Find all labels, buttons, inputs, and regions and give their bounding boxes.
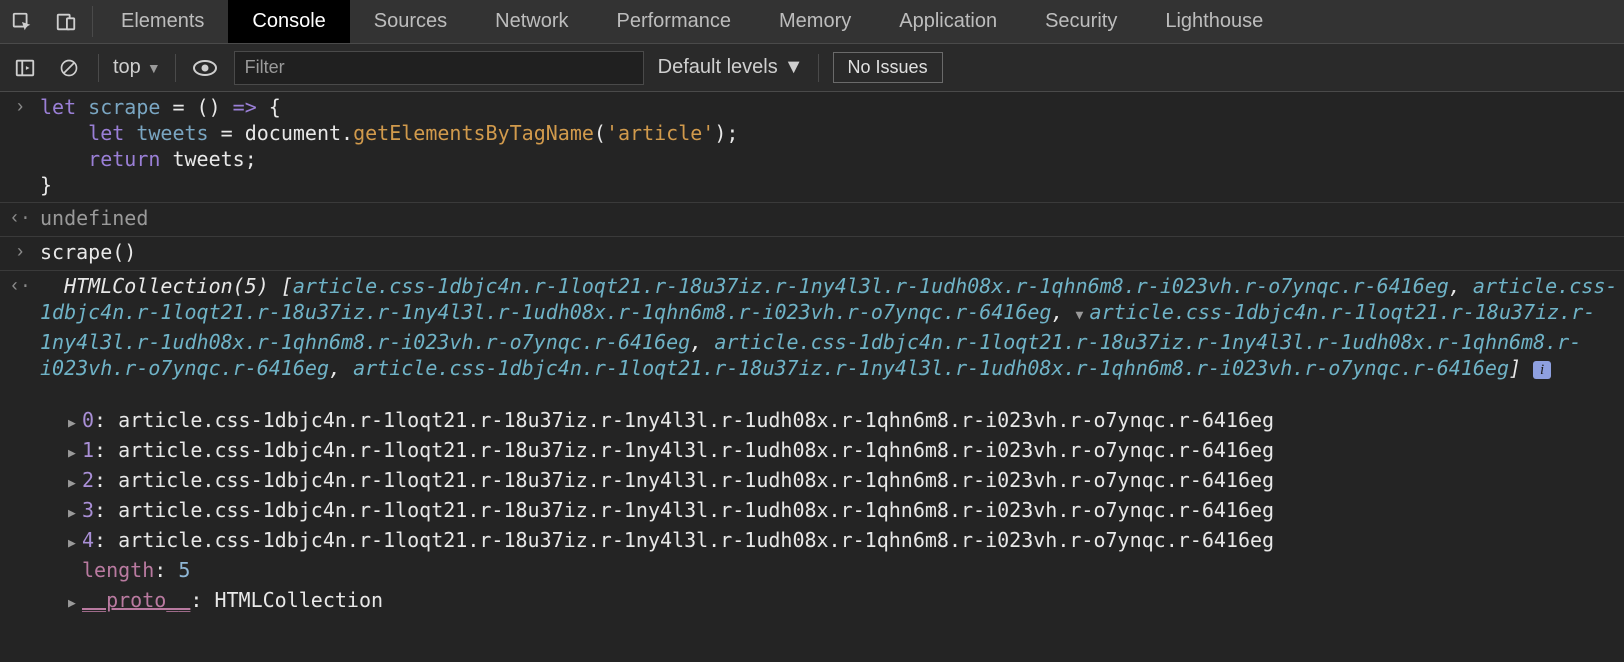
prompt-icon: › xyxy=(0,239,40,266)
context-label: top xyxy=(113,56,141,79)
device-toolbar-icon[interactable] xyxy=(44,0,88,43)
result-icon: ‹· xyxy=(0,205,40,232)
tab-lighthouse[interactable]: Lighthouse xyxy=(1141,0,1287,43)
expand-toggle-icon[interactable]: ▶ xyxy=(68,531,82,557)
tab-memory[interactable]: Memory xyxy=(755,0,875,43)
expand-toggle-icon[interactable]: ▶ xyxy=(68,501,82,527)
undefined-value: undefined xyxy=(40,206,148,230)
tab-sources[interactable]: Sources xyxy=(350,0,471,43)
expand-toggle-icon[interactable]: ▶ xyxy=(68,441,82,467)
console-result-row: ‹· undefined xyxy=(0,203,1624,237)
tab-console[interactable]: Console xyxy=(228,0,349,43)
tab-application[interactable]: Application xyxy=(875,0,1021,43)
expand-toggle-icon[interactable]: ▶ xyxy=(68,591,82,617)
console-toolbar: top ▼ Default levels ▼ No Issues xyxy=(0,44,1624,92)
expand-toggle-icon[interactable]: ▶ xyxy=(68,411,82,437)
code-block: let scrape = () => { let tweets = docume… xyxy=(40,94,1624,198)
prompt-icon: › xyxy=(0,94,40,121)
expand-toggle-icon[interactable]: ▶ xyxy=(68,471,82,497)
live-expression-icon[interactable] xyxy=(190,53,220,83)
object-preview[interactable]: HTMLCollection(5) [article.css-1dbjc4n.r… xyxy=(40,273,1624,617)
tab-security[interactable]: Security xyxy=(1021,0,1141,43)
tab-elements[interactable]: Elements xyxy=(97,0,228,43)
call-expression: scrape() xyxy=(40,240,136,264)
expand-toggle-icon[interactable]: ▼ xyxy=(1076,303,1090,329)
console-input-row[interactable]: › let scrape = () => { let tweets = docu… xyxy=(0,92,1624,203)
console-result-row: ‹· HTMLCollection(5) [article.css-1dbjc4… xyxy=(0,271,1624,621)
result-icon: ‹· xyxy=(0,273,40,300)
levels-label: Default levels xyxy=(658,56,778,79)
toggle-sidebar-icon[interactable] xyxy=(10,53,40,83)
console-output: › let scrape = () => { let tweets = docu… xyxy=(0,92,1624,621)
log-levels-selector[interactable]: Default levels ▼ xyxy=(658,56,804,79)
execution-context-selector[interactable]: top ▼ xyxy=(113,56,161,79)
console-input-row[interactable]: › scrape() xyxy=(0,237,1624,271)
inspect-element-icon[interactable] xyxy=(0,0,44,43)
clear-console-icon[interactable] xyxy=(54,53,84,83)
tab-network[interactable]: Network xyxy=(471,0,592,43)
tab-performance[interactable]: Performance xyxy=(593,0,756,43)
info-icon[interactable]: i xyxy=(1533,361,1551,379)
filter-input[interactable] xyxy=(234,51,644,85)
devtools-tabstrip: Elements Console Sources Network Perform… xyxy=(0,0,1624,44)
chevron-down-icon: ▼ xyxy=(784,56,804,79)
issues-button[interactable]: No Issues xyxy=(833,52,943,83)
chevron-down-icon: ▼ xyxy=(147,60,161,76)
